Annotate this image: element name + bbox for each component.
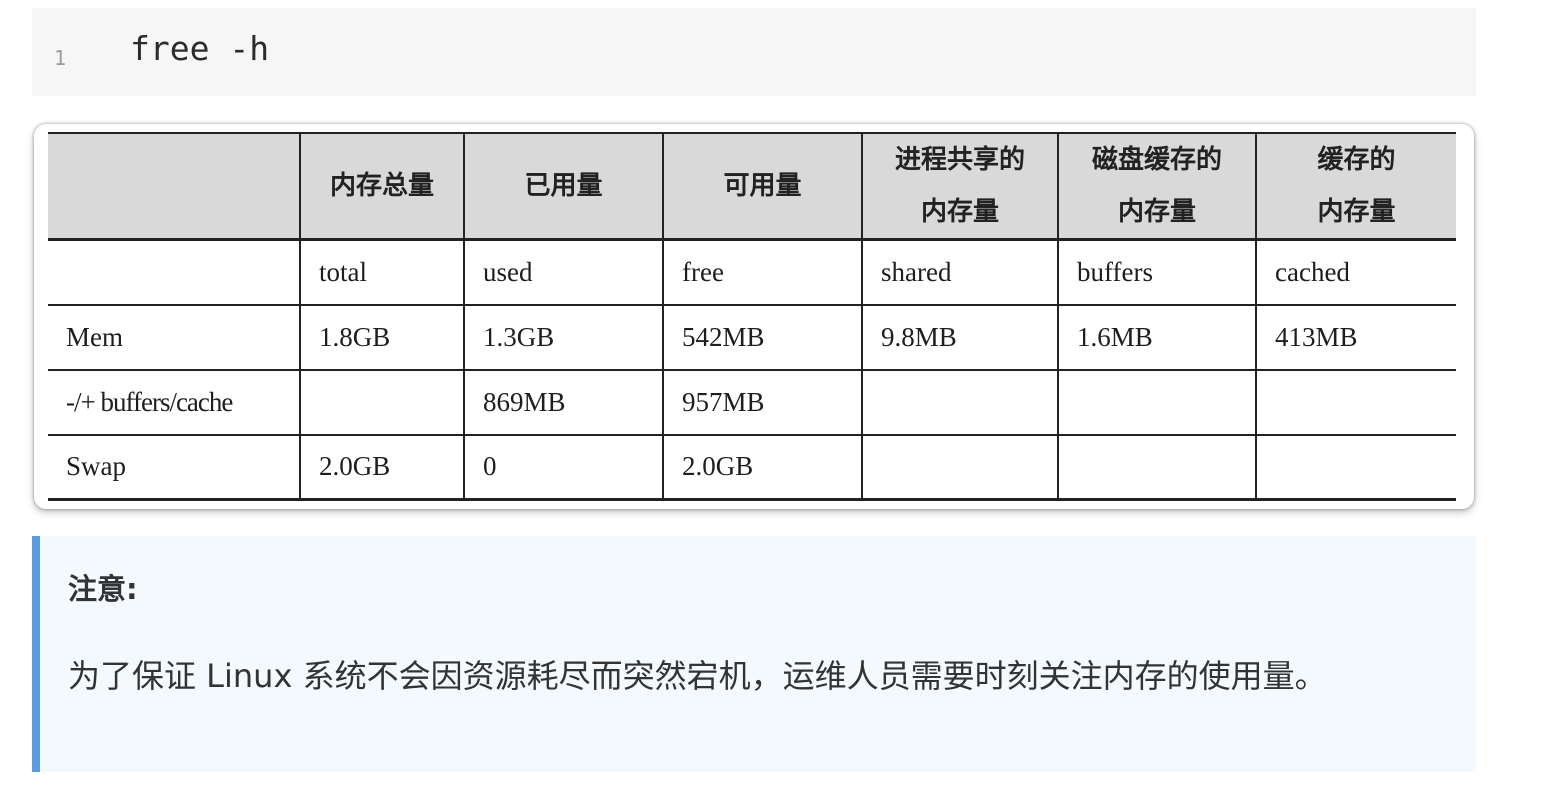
table-cell: 1.3GB bbox=[463, 304, 664, 371]
table-cell: shared bbox=[861, 239, 1059, 306]
header-cached: 缓存的 内存量 bbox=[1255, 132, 1456, 241]
table-cell bbox=[1057, 369, 1257, 436]
table-cell bbox=[1057, 434, 1257, 501]
table-cell: 413MB bbox=[1255, 304, 1456, 371]
code-block: 1 free -h bbox=[32, 8, 1476, 96]
table-row: Swap 2.0GB 0 2.0GB bbox=[48, 434, 1456, 501]
table-cell: used bbox=[463, 239, 664, 306]
header-empty bbox=[48, 132, 301, 241]
table-cell: buffers bbox=[1057, 239, 1257, 306]
table-header-row: 内存总量 已用量 可用量 进程共享的 内存量 磁盘缓存的 内存量 缓存的 内存量 bbox=[48, 132, 1456, 241]
table-cell: free bbox=[662, 239, 863, 306]
table-cell: Swap bbox=[48, 434, 301, 501]
note-title: 注意: bbox=[68, 572, 138, 606]
table-cell: total bbox=[299, 239, 465, 306]
table-cell: -/+ buffers/cache bbox=[48, 369, 301, 436]
table-cell bbox=[48, 239, 301, 306]
code-command: free -h bbox=[130, 29, 270, 68]
table-cell: 0 bbox=[463, 434, 664, 501]
memory-table-card: 内存总量 已用量 可用量 进程共享的 内存量 磁盘缓存的 内存量 缓存的 内存量 to… bbox=[34, 124, 1474, 509]
table-cell: 957MB bbox=[662, 369, 863, 436]
memory-table: 内存总量 已用量 可用量 进程共享的 内存量 磁盘缓存的 内存量 缓存的 内存量 to… bbox=[48, 132, 1456, 501]
table-cell: 869MB bbox=[463, 369, 664, 436]
table-cell: 1.6MB bbox=[1057, 304, 1257, 371]
table-cell: 9.8MB bbox=[861, 304, 1059, 371]
table-cell bbox=[1255, 434, 1456, 501]
line-number: 1 bbox=[54, 46, 67, 70]
header-free: 可用量 bbox=[662, 132, 863, 241]
table-cell: 1.8GB bbox=[299, 304, 465, 371]
table-cell: 2.0GB bbox=[299, 434, 465, 501]
table-cell bbox=[299, 369, 465, 436]
table-cell: 542MB bbox=[662, 304, 863, 371]
table-cell: cached bbox=[1255, 239, 1456, 306]
header-total: 内存总量 bbox=[299, 132, 465, 241]
table-cell: Mem bbox=[48, 304, 301, 371]
table-cell bbox=[861, 369, 1059, 436]
table-cell: 2.0GB bbox=[662, 434, 863, 501]
header-shared: 进程共享的 内存量 bbox=[861, 132, 1059, 241]
note-body: 为了保证 Linux 系统不会因资源耗尽而突然宕机，运维人员需要时刻关注内存的使… bbox=[68, 657, 1327, 695]
table-row: -/+ buffers/cache 869MB 957MB bbox=[48, 369, 1456, 436]
header-buffers: 磁盘缓存的 内存量 bbox=[1057, 132, 1257, 241]
table-cell bbox=[861, 434, 1059, 501]
note-callout: 注意: 为了保证 Linux 系统不会因资源耗尽而突然宕机，运维人员需要时刻关注… bbox=[32, 536, 1476, 772]
table-row: total used free shared buffers cached bbox=[48, 239, 1456, 306]
header-used: 已用量 bbox=[463, 132, 664, 241]
table-row: Mem 1.8GB 1.3GB 542MB 9.8MB 1.6MB 413MB bbox=[48, 304, 1456, 371]
table-cell bbox=[1255, 369, 1456, 436]
